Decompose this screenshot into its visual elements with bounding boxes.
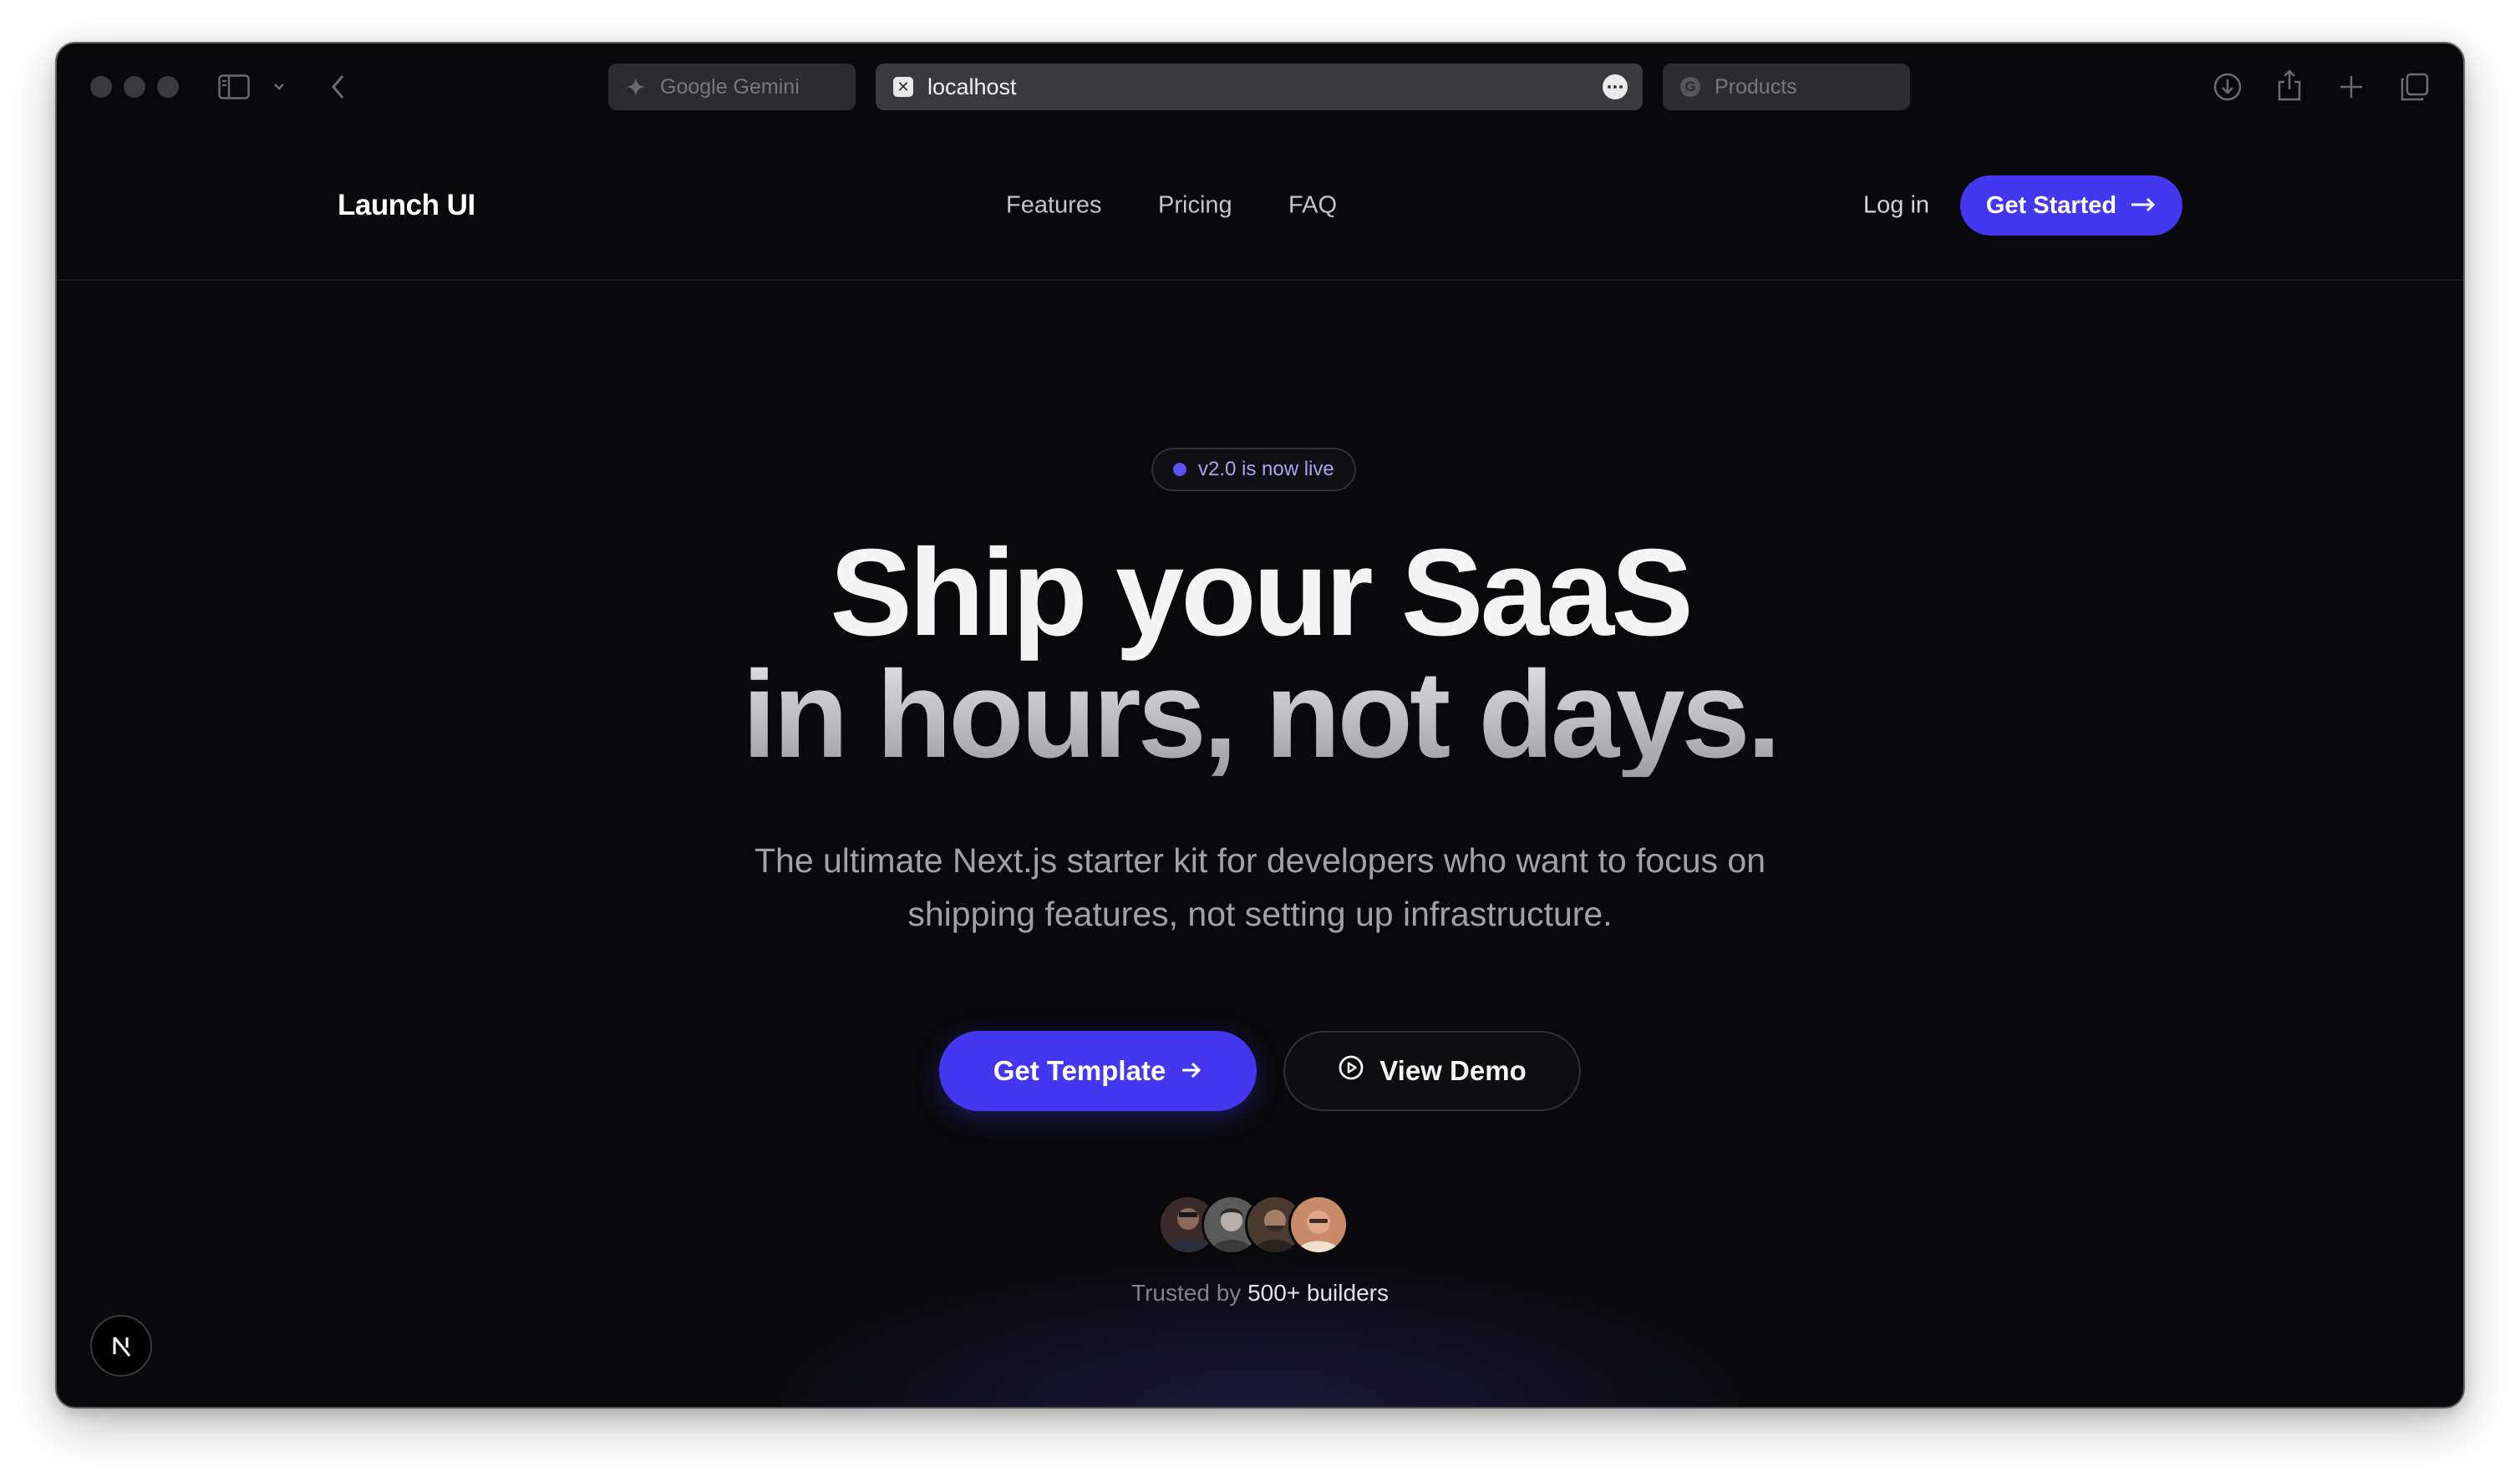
status-dot-icon xyxy=(1173,463,1186,476)
download-icon[interactable] xyxy=(2211,70,2244,104)
trusted-count: 500+ builders xyxy=(1247,1280,1389,1306)
avatar-group xyxy=(1158,1195,1349,1258)
tab-more-icon[interactable] xyxy=(1603,74,1628,99)
view-demo-button[interactable]: View Demo xyxy=(1283,1031,1581,1111)
nav-link-pricing[interactable]: Pricing xyxy=(1158,192,1232,220)
social-proof-text: Trusted by 500+ builders xyxy=(57,1280,2463,1307)
back-arrow-icon[interactable] xyxy=(326,72,351,102)
tab-overview-icon[interactable] xyxy=(2398,70,2431,104)
view-demo-label: View Demo xyxy=(1379,1055,1527,1086)
browser-window: Google Gemini ✕ localhost G Products Lau… xyxy=(57,43,2463,1407)
get-started-label: Get Started xyxy=(1985,191,2117,219)
chevron-down-icon[interactable] xyxy=(271,79,287,95)
tab-google-gemini[interactable]: Google Gemini xyxy=(608,63,856,110)
minimize-window-button[interactable] xyxy=(124,76,145,98)
new-tab-plus-icon[interactable] xyxy=(2336,72,2366,102)
hero-headline-line1: Ship your SaaS xyxy=(830,524,1694,662)
brand-logo[interactable]: Launch UI xyxy=(338,189,475,222)
site-header: Launch UI Features Pricing FAQ Log in Ge… xyxy=(57,130,2463,281)
arrow-right-icon xyxy=(1181,1055,1202,1087)
zoom-window-button[interactable] xyxy=(157,76,179,98)
nextjs-dev-indicator-icon[interactable] xyxy=(90,1315,152,1377)
trusted-prefix: Trusted by xyxy=(1131,1280,1242,1306)
get-template-button[interactable]: Get Template xyxy=(939,1031,1257,1111)
browser-toolbar: Google Gemini ✕ localhost G Products xyxy=(57,43,2463,130)
sparkle-icon xyxy=(625,76,647,98)
tab-label: Google Gemini xyxy=(660,74,800,99)
x-favicon-icon: ✕ xyxy=(892,76,914,98)
hero-section: v2.0 is now live Ship your SaaS in hours… xyxy=(57,281,2463,1407)
hero-headline-line2: in hours, not days. xyxy=(57,653,2463,777)
close-window-button[interactable] xyxy=(90,76,112,98)
login-link[interactable]: Log in xyxy=(1863,192,1929,220)
version-badge-label: v2.0 is now live xyxy=(1198,458,1334,480)
play-circle-icon xyxy=(1338,1054,1364,1088)
tab-label: localhost xyxy=(927,74,1017,99)
version-badge[interactable]: v2.0 is now live xyxy=(1151,448,1356,491)
nav-link-features[interactable]: Features xyxy=(1006,192,1101,220)
hero-subtext-line1: The ultimate Next.js starter kit for dev… xyxy=(754,841,1766,880)
sidebar-toggle-icon[interactable] xyxy=(217,72,251,102)
tab-label: Products xyxy=(1715,74,1797,99)
share-icon[interactable] xyxy=(2274,67,2304,104)
g-favicon-icon: G xyxy=(1679,76,1701,98)
arrow-right-icon xyxy=(2130,192,2157,220)
tab-localhost[interactable]: ✕ localhost xyxy=(876,63,1643,110)
avatar xyxy=(1288,1195,1349,1255)
nav-link-faq[interactable]: FAQ xyxy=(1288,192,1337,220)
get-template-label: Get Template xyxy=(993,1055,1166,1086)
get-started-button[interactable]: Get Started xyxy=(1960,175,2182,236)
hero-subtext-line2: shipping features, not setting up infras… xyxy=(907,895,1613,933)
tab-products[interactable]: G Products xyxy=(1663,63,1910,110)
